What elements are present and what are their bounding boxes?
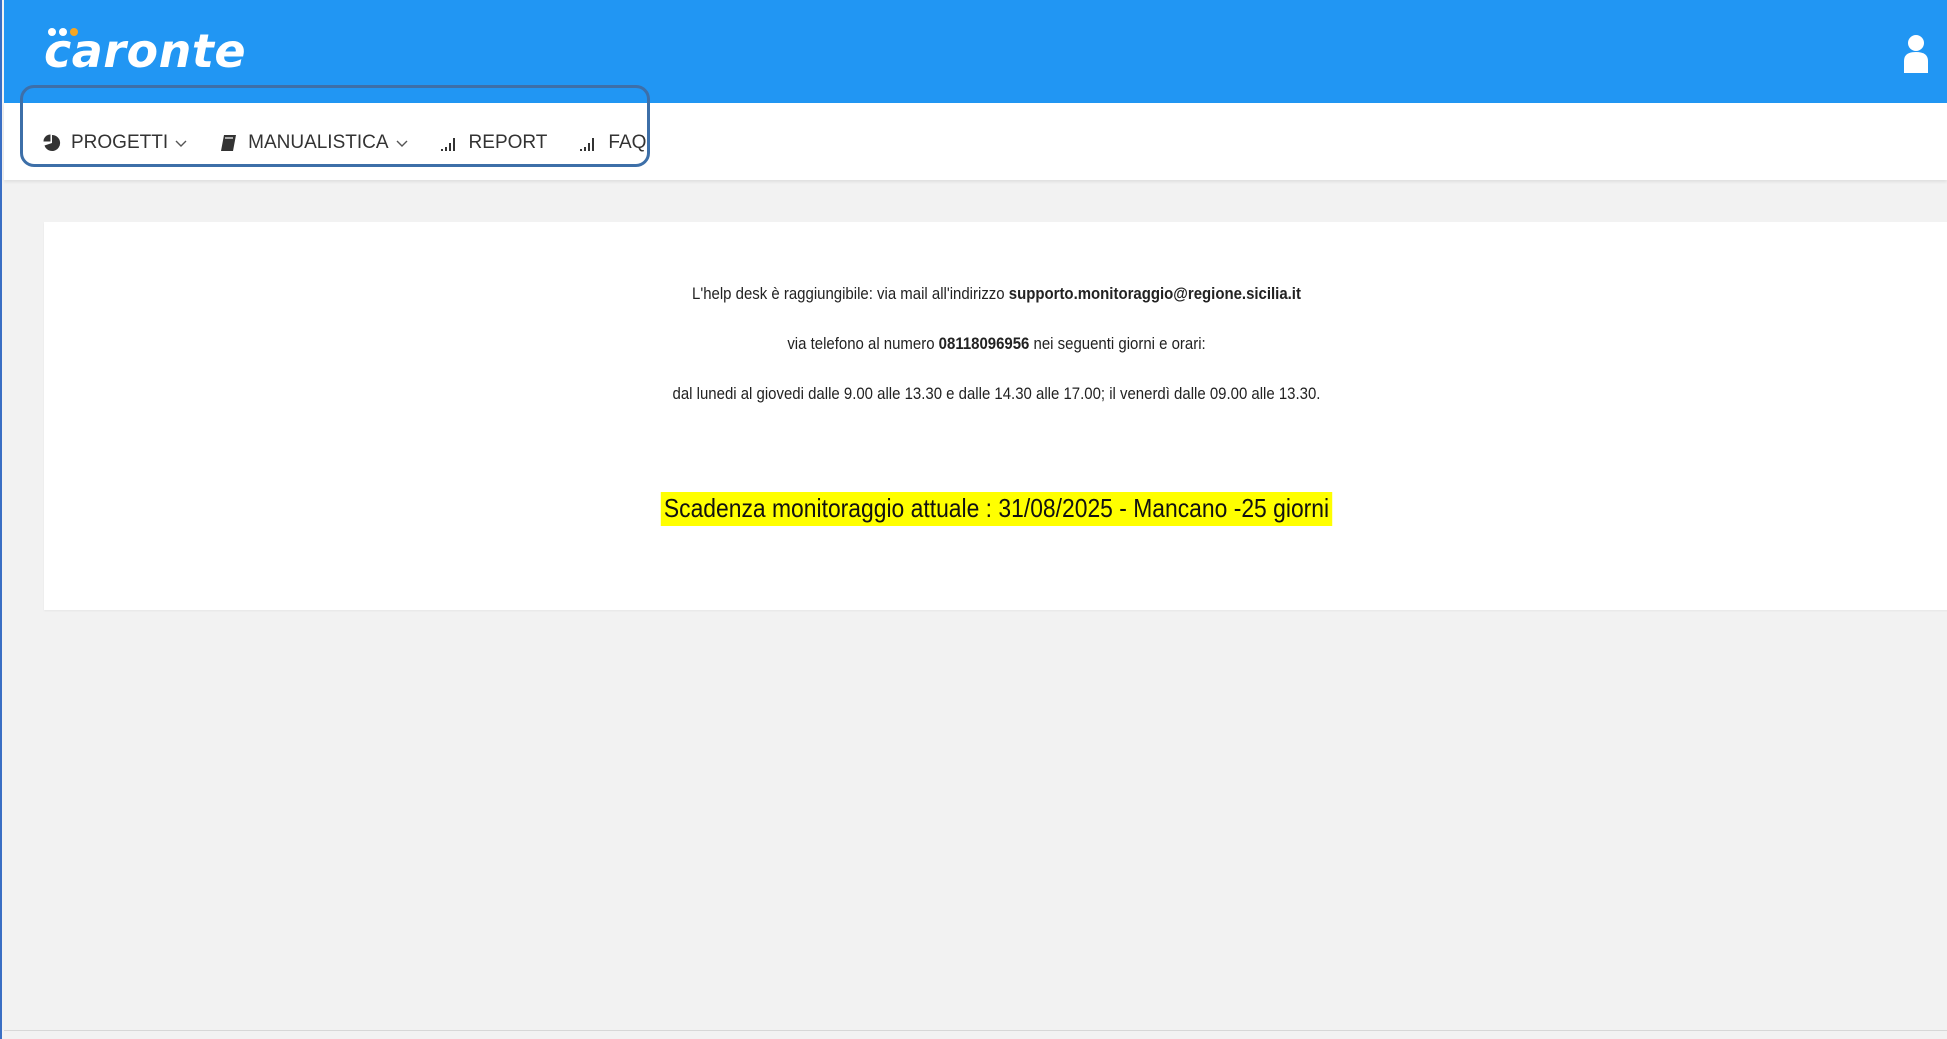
nav-item-faq[interactable]: FAQ bbox=[579, 132, 646, 154]
helpdesk-card: L'help desk è raggiungibile: via mail al… bbox=[44, 222, 1947, 610]
signal-bars-icon bbox=[579, 133, 599, 153]
nav-item-manualistica[interactable]: MANUALISTICA bbox=[219, 132, 408, 154]
helpdesk-email: supporto.monitoraggio@regione.sicilia.it bbox=[1008, 284, 1301, 303]
nav-label-manualistica: MANUALISTICA bbox=[248, 132, 389, 153]
nav-label-faq: FAQ bbox=[608, 132, 647, 153]
deadline-wrapper: Scadenza monitoraggio attuale : 31/08/20… bbox=[158, 492, 1834, 526]
helpdesk-mail-line: L'help desk è raggiungibile: via mail al… bbox=[158, 284, 1834, 304]
app-frame: caronte PROGETTI MANUALISTICA REPORT FAQ… bbox=[0, 0, 1947, 1039]
nav-item-progetti[interactable]: PROGETTI bbox=[42, 132, 187, 154]
chevron-down-icon bbox=[175, 137, 187, 149]
main-menu: PROGETTI MANUALISTICA REPORT FAQ bbox=[42, 128, 678, 158]
deadline-banner: Scadenza monitoraggio attuale : 31/08/20… bbox=[660, 492, 1333, 526]
helpdesk-phone-suffix: nei seguenti giorni e orari: bbox=[1029, 334, 1206, 353]
chevron-down-icon bbox=[396, 137, 408, 149]
helpdesk-phone-prefix: via telefono al numero bbox=[787, 334, 939, 353]
top-header: caronte bbox=[4, 0, 1947, 103]
book-icon bbox=[219, 133, 239, 153]
caronte-logo[interactable]: caronte bbox=[44, 28, 246, 74]
helpdesk-hours-line: dal lunedi al giovedi dalle 9.00 alle 13… bbox=[672, 384, 1321, 403]
helpdesk-phone: 08118096956 bbox=[938, 334, 1030, 353]
signal-bars-icon bbox=[440, 133, 460, 153]
pie-chart-icon bbox=[42, 133, 62, 153]
nav-label-progetti: PROGETTI bbox=[71, 132, 169, 153]
nav-item-report[interactable]: REPORT bbox=[440, 132, 548, 154]
nav-label-report: REPORT bbox=[468, 132, 548, 153]
helpdesk-mail-prefix: L'help desk è raggiungibile: via mail al… bbox=[692, 284, 1009, 303]
footer-divider bbox=[4, 1030, 1947, 1031]
user-icon[interactable] bbox=[1903, 33, 1929, 73]
helpdesk-phone-line: via telefono al numero 08118096956 nei s… bbox=[158, 334, 1834, 354]
